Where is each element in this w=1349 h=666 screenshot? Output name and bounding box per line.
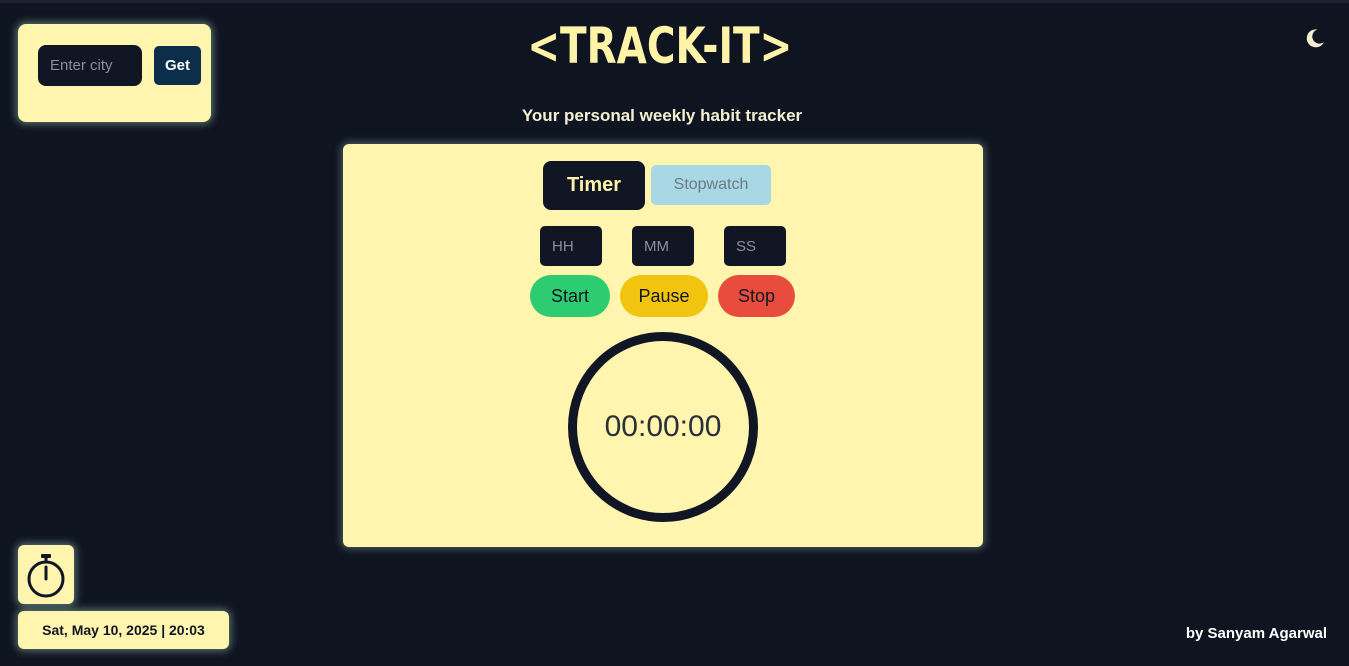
tab-timer[interactable]: Timer <box>543 161 645 210</box>
tab-stopwatch[interactable]: Stopwatch <box>651 165 771 205</box>
author-credit: by Sanyam Agarwal <box>1185 625 1327 642</box>
timer-panel: Timer Stopwatch Start Pause Stop 00:00:0… <box>343 144 983 547</box>
minutes-input[interactable] <box>632 226 694 266</box>
stopwatch-icon <box>27 553 65 597</box>
start-button[interactable]: Start <box>530 275 610 317</box>
pause-button[interactable]: Pause <box>620 275 708 317</box>
app-logo: <TRACK-IT> <box>527 17 793 75</box>
stopwatch-shortcut-button[interactable] <box>18 545 74 604</box>
page-subtitle: Your personal weekly habit tracker <box>521 106 803 125</box>
hours-input[interactable] <box>540 226 602 266</box>
current-datetime: Sat, May 10, 2025 | 20:03 <box>18 611 229 649</box>
moon-icon <box>1306 29 1324 48</box>
seconds-input[interactable] <box>724 226 786 266</box>
logo-container: <TRACK-IT> <box>460 15 860 77</box>
timer-clock-ring: 00:00:00 <box>568 332 758 522</box>
theme-toggle-button[interactable] <box>1302 25 1328 51</box>
stop-button[interactable]: Stop <box>718 275 795 317</box>
get-weather-button[interactable]: Get <box>154 46 201 85</box>
city-input[interactable] <box>38 45 142 86</box>
timer-display: 00:00:00 <box>604 410 722 443</box>
